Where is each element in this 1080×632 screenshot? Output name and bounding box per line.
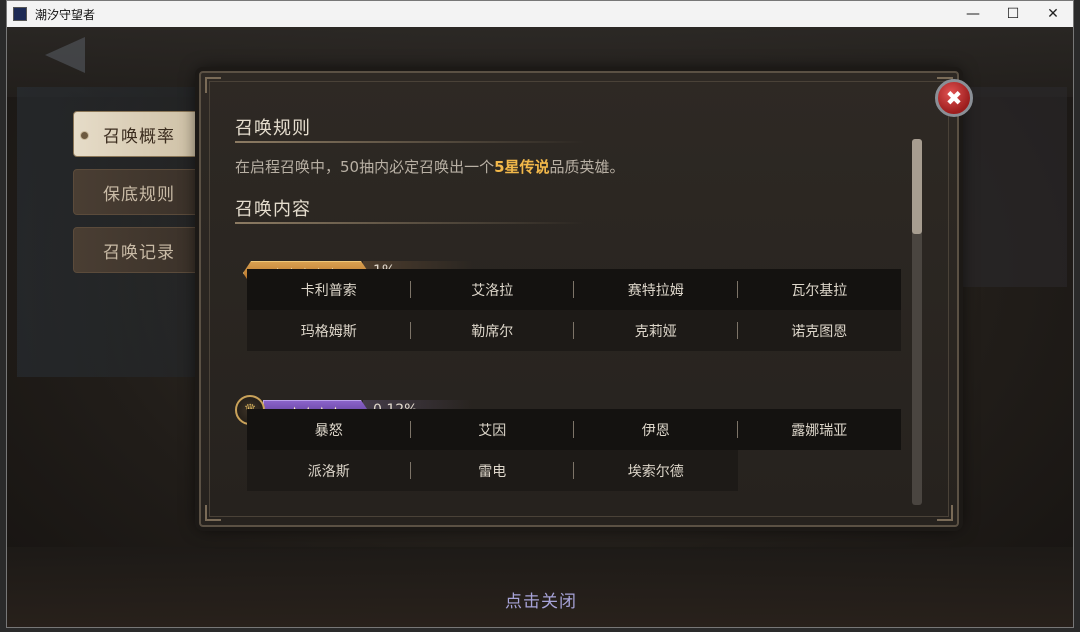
section-divider: [235, 141, 585, 143]
tab-label: 保底规则: [103, 184, 175, 205]
rules-text-after: 品质英雄。: [549, 158, 625, 176]
maximize-button[interactable]: ☐: [993, 1, 1033, 27]
hero-name: 埃索尔德: [574, 450, 738, 491]
app-icon: [13, 7, 27, 21]
minimize-button[interactable]: —: [953, 1, 993, 27]
hero-row: 暴怒 艾因 伊恩 露娜瑞亚: [247, 409, 901, 450]
four-star-hero-grid: 暴怒 艾因 伊恩 露娜瑞亚 派洛斯 雷电 埃索尔德: [247, 409, 901, 491]
hero-name: 暴怒: [247, 409, 411, 450]
hero-name: 艾因: [410, 409, 574, 450]
hero-name: 瓦尔基拉: [737, 269, 901, 310]
hero-name: 伊恩: [574, 409, 738, 450]
rules-heading: 召唤规则: [235, 118, 311, 139]
tab-summon-probability[interactable]: 召唤概率: [73, 111, 205, 157]
hero-name: 勒席尔: [410, 310, 574, 351]
hero-name: 赛特拉姆: [574, 269, 738, 310]
corner-ornament-icon: [205, 505, 221, 521]
window-title: 潮汐守望者: [35, 7, 96, 22]
tab-label: 召唤概率: [103, 126, 175, 147]
tab-summon-history[interactable]: 召唤记录: [73, 227, 205, 273]
content-heading: 召唤内容: [235, 199, 311, 220]
app-window: 潮汐守望者 — ☐ ✕ 召唤概率 保底规则 召唤记录 ✖ 召唤规则 在启程召唤中…: [6, 0, 1074, 628]
hero-name: 派洛斯: [247, 450, 411, 491]
rules-text: 在启程召唤中，50抽内必定召唤出一个5星传说品质英雄。: [235, 156, 625, 177]
hero-row: 派洛斯 雷电 埃索尔德: [247, 450, 901, 491]
active-dot-icon: [80, 131, 89, 140]
window-close-button[interactable]: ✕: [1033, 1, 1073, 27]
tab-label: 召唤记录: [103, 242, 175, 263]
background-back-icon: [45, 37, 85, 73]
window-controls: — ☐ ✕: [953, 1, 1073, 27]
tap-to-close-label[interactable]: 点击关闭: [7, 587, 1073, 612]
rules-highlight: 5星传说: [494, 158, 550, 176]
hero-row: 玛格姆斯 勒席尔 克莉娅 诺克图恩: [247, 310, 901, 351]
scroll-thumb[interactable]: [912, 139, 922, 234]
corner-ornament-icon: [937, 505, 953, 521]
hero-name: 雷电: [410, 450, 574, 491]
hero-name: 露娜瑞亚: [737, 409, 901, 450]
dialog-scrollbar[interactable]: [912, 139, 922, 505]
background-right-panel: [957, 87, 1067, 287]
five-star-hero-grid: 卡利普索 艾洛拉 赛特拉姆 瓦尔基拉 玛格姆斯 勒席尔 克莉娅 诺克图恩: [247, 269, 901, 351]
hero-name: 玛格姆斯: [247, 310, 411, 351]
close-icon: ✖: [945, 86, 963, 110]
rules-text-before: 在启程召唤中，50抽内必定召唤出一个: [235, 158, 495, 176]
hero-name: 诺克图恩: [737, 310, 901, 351]
section-divider: [235, 222, 585, 224]
hero-row: 卡利普索 艾洛拉 赛特拉姆 瓦尔基拉: [247, 269, 901, 310]
hero-name: 艾洛拉: [410, 269, 574, 310]
hero-name: 克莉娅: [574, 310, 738, 351]
title-bar[interactable]: 潮汐守望者 — ☐ ✕: [7, 1, 1073, 27]
hero-name: 卡利普索: [247, 269, 411, 310]
tab-pity-rules[interactable]: 保底规则: [73, 169, 205, 215]
dialog-close-button[interactable]: ✖: [935, 79, 973, 117]
empty-cell: [738, 450, 902, 491]
corner-ornament-icon: [205, 77, 221, 93]
